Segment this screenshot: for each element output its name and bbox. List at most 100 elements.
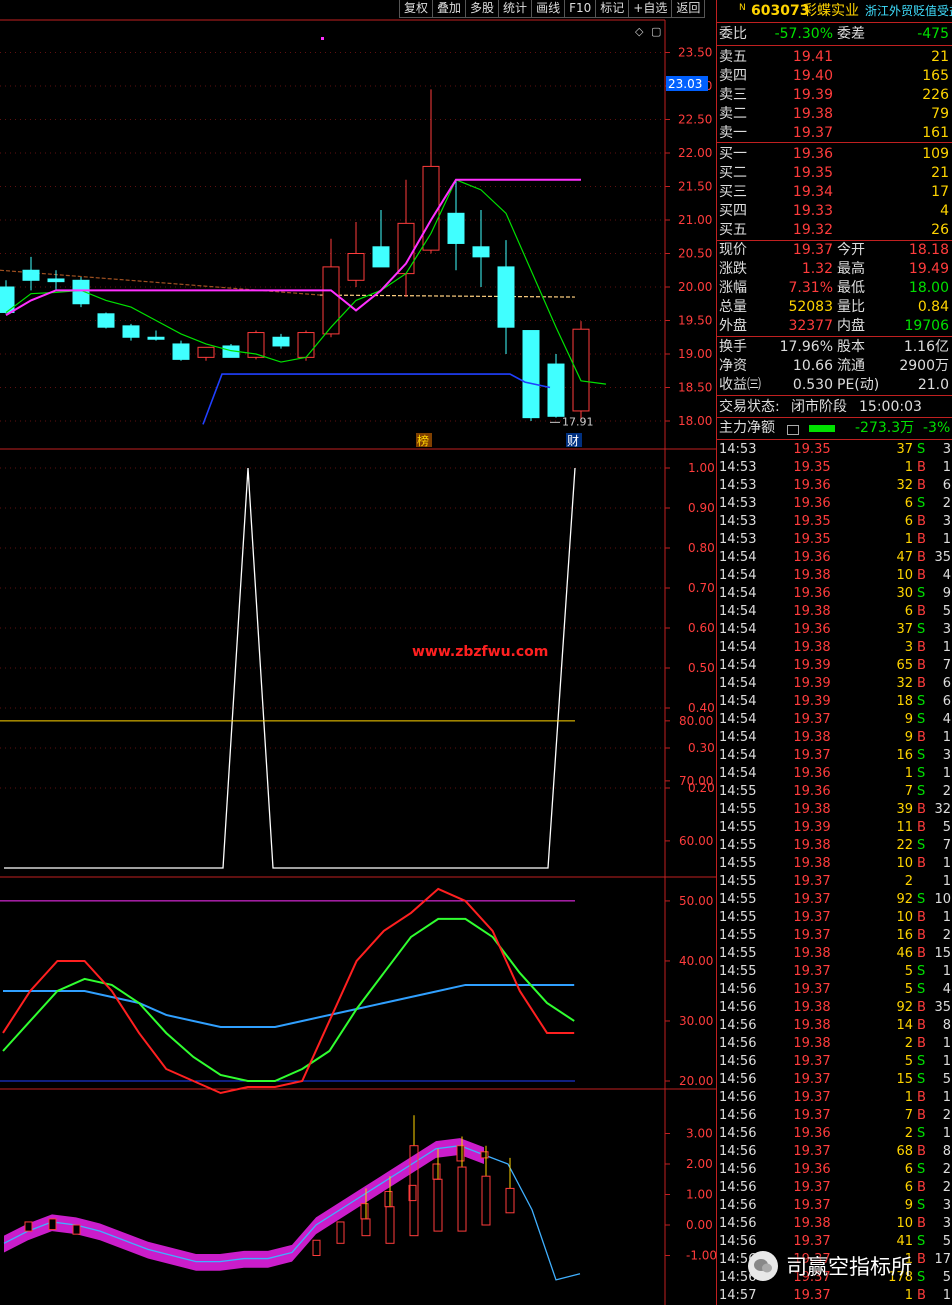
osc-box bbox=[312, 1239, 321, 1256]
osc-box bbox=[481, 1175, 491, 1226]
toolbar-button-4[interactable]: 画线 bbox=[531, 0, 566, 18]
ask-row: 卖一 19.37 161 bbox=[717, 124, 952, 143]
tick-count: 1 bbox=[942, 766, 951, 781]
price-tick-label: 18.50 bbox=[678, 381, 712, 395]
tick-time: 14:55 bbox=[719, 802, 757, 817]
toolbar-button-7[interactable]: +自选 bbox=[628, 0, 673, 18]
bid-label: 买五 bbox=[719, 222, 747, 238]
ask-volume: 165 bbox=[922, 68, 949, 84]
tick-volume: 9 bbox=[904, 730, 913, 745]
tick-side: S bbox=[917, 622, 926, 637]
ask-price: 19.37 bbox=[792, 125, 833, 141]
weicha-value: -475 bbox=[917, 26, 949, 42]
osc-box bbox=[480, 1151, 489, 1159]
toolbar-button-6[interactable]: 标记 bbox=[595, 0, 630, 18]
quote-label: 外盘 bbox=[719, 318, 747, 334]
kdj-tick-label: 40.00 bbox=[679, 954, 713, 968]
tick-volume: 6 bbox=[904, 1162, 913, 1177]
tick-row: 14:55 19.36 7 S 2 bbox=[717, 783, 952, 801]
tick-time: 14:54 bbox=[719, 604, 757, 619]
stat-value: 17.96% bbox=[779, 339, 833, 355]
tick-count: 1 bbox=[942, 532, 951, 547]
ask-label: 卖一 bbox=[719, 125, 747, 141]
tick-volume: 5 bbox=[904, 964, 913, 979]
tick-price: 19.39 bbox=[793, 676, 831, 691]
stat-value: 0.530 bbox=[792, 377, 833, 393]
tick-row: 14:56 19.37 15 S 5 bbox=[717, 1071, 952, 1089]
stat-label: 换手 bbox=[719, 339, 747, 355]
main-flow-icon[interactable] bbox=[787, 425, 799, 435]
tick-time: 14:55 bbox=[719, 838, 757, 853]
stock-code: 603073 bbox=[751, 3, 810, 19]
tick-time: 14:56 bbox=[719, 1000, 757, 1015]
tick-volume: 6 bbox=[904, 496, 913, 511]
tick-row: 14:55 19.37 10 B 1 bbox=[717, 909, 952, 927]
tick-volume: 39 bbox=[896, 802, 913, 817]
tick-price: 19.37 bbox=[793, 928, 831, 943]
stat-row: 净资 10.66 流通 2900万 bbox=[717, 357, 952, 376]
tick-row: 14:54 19.38 6 B 5 bbox=[717, 603, 952, 621]
tick-count: 15 bbox=[934, 946, 951, 961]
tick-row: 14:54 19.39 65 B 7 bbox=[717, 657, 952, 675]
tick-volume: 92 bbox=[896, 892, 913, 907]
tick-volume: 16 bbox=[896, 928, 913, 943]
tick-side: S bbox=[917, 982, 926, 997]
tick-volume: 32 bbox=[896, 478, 913, 493]
tick-volume: 10 bbox=[896, 568, 913, 583]
toolbar-button-1[interactable]: 叠加 bbox=[432, 0, 467, 18]
osc-tick-label: 3.00 bbox=[686, 1127, 713, 1141]
tick-time: 14:55 bbox=[719, 928, 757, 943]
tick-row: 14:54 19.36 1 S 1 bbox=[717, 765, 952, 783]
tick-count: 7 bbox=[942, 838, 951, 853]
tick-count: 2 bbox=[942, 496, 951, 511]
tick-price: 19.38 bbox=[793, 802, 831, 817]
tick-count: 2 bbox=[942, 928, 951, 943]
bid-price: 19.33 bbox=[792, 203, 833, 219]
tick-count: 4 bbox=[942, 568, 951, 583]
tick-price: 19.37 bbox=[793, 1198, 831, 1213]
candle-body bbox=[372, 246, 390, 268]
tick-volume: 22 bbox=[896, 838, 913, 853]
tick-volume: 9 bbox=[904, 712, 913, 727]
osc-box bbox=[432, 1163, 441, 1180]
tick-count: 2 bbox=[942, 1162, 951, 1177]
candle-body bbox=[497, 266, 515, 328]
ask-price: 19.40 bbox=[792, 68, 833, 84]
tick-count: 1 bbox=[942, 1054, 951, 1069]
toolbar-button-5[interactable]: F10 bbox=[564, 0, 597, 18]
toolbar-button-0[interactable]: 复权 bbox=[399, 0, 434, 18]
tick-row: 14:55 19.38 39 B 32 bbox=[717, 801, 952, 819]
tick-volume: 5 bbox=[904, 1054, 913, 1069]
tick-side: B bbox=[917, 1288, 926, 1303]
quote-value: 19706 bbox=[904, 318, 949, 334]
tick-side: B bbox=[917, 478, 926, 493]
tick-row: 14:56 19.38 92 B 35 bbox=[717, 999, 952, 1017]
toolbar-button-2[interactable]: 多股 bbox=[465, 0, 500, 18]
stat-value: 1.16亿 bbox=[903, 339, 949, 355]
candle-body bbox=[447, 212, 465, 244]
tick-price: 19.37 bbox=[793, 1054, 831, 1069]
osc-box bbox=[433, 1178, 443, 1232]
toolbar-button-3[interactable]: 统计 bbox=[498, 0, 533, 18]
tick-side: S bbox=[917, 964, 926, 979]
quote-label: 内盘 bbox=[837, 318, 865, 334]
tick-price: 19.37 bbox=[793, 910, 831, 925]
chart-area[interactable]: 23.5023.0022.5022.0021.5021.0020.5020.00… bbox=[0, 0, 716, 1305]
tick-price: 19.38 bbox=[793, 1216, 831, 1231]
tick-volume: 7 bbox=[904, 784, 913, 799]
toolbar-button-8[interactable]: 返回 bbox=[671, 0, 706, 18]
stat-row: 收益㈢ 0.530 PE(动) 21.0 bbox=[717, 376, 952, 395]
tick-row: 14:55 19.38 10 B 1 bbox=[717, 855, 952, 873]
kdj-tick-label: 80.00 bbox=[679, 714, 713, 728]
tick-time: 14:53 bbox=[719, 496, 757, 511]
kline-chart-svg[interactable]: 23.5023.0022.5022.0021.5021.0020.5020.00… bbox=[0, 0, 716, 1305]
tick-row: 14:55 19.37 16 B 2 bbox=[717, 927, 952, 945]
bid-row: 买三 19.34 17 bbox=[717, 183, 952, 202]
stock-concept[interactable]: 浙江外贸贬值受益 bbox=[865, 2, 952, 21]
candle-body bbox=[347, 253, 365, 281]
tick-volume: 6 bbox=[904, 514, 913, 529]
candle-body bbox=[297, 332, 315, 358]
bid-row: 买二 19.35 21 bbox=[717, 164, 952, 183]
quote-value: 32377 bbox=[788, 318, 833, 334]
tick-price: 19.39 bbox=[793, 820, 831, 835]
